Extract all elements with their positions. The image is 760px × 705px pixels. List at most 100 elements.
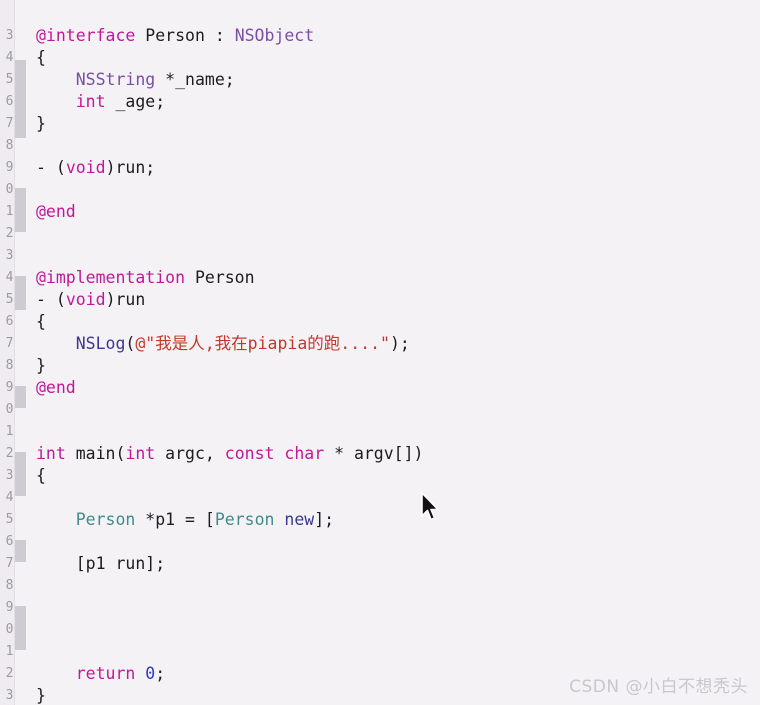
code-line[interactable] [36,597,760,619]
line-number: 9 [5,160,14,175]
line-number: 1 [5,644,14,659]
code-line[interactable]: @interface Person : NSObject [36,25,760,47]
code-line[interactable]: { [36,47,760,69]
code-token: Person [185,268,255,287]
line-number: 7 [5,556,14,571]
line-number: 4 [5,270,14,285]
code-token: ( [125,334,136,353]
code-token: @end [36,378,76,397]
code-line[interactable]: NSString *_name; [36,69,760,91]
code-line[interactable]: } [36,355,760,377]
code-token: } [36,114,46,133]
line-number: 4 [5,50,14,65]
code-line[interactable] [36,641,760,663]
code-token: int [125,444,156,463]
line-number: 0 [5,182,14,197]
code-line[interactable] [36,487,760,509]
code-token: ]; [314,510,335,529]
line-number: 3 [5,688,14,703]
code-line[interactable]: } [36,113,760,135]
code-token: )run; [105,158,156,177]
code-token: ; [155,664,166,683]
code-line[interactable] [36,421,760,443]
code-token: @interface [36,26,136,45]
code-line[interactable] [36,223,760,245]
code-line[interactable]: { [36,311,760,333]
code-token: ); [389,334,410,353]
code-fold-ribbon[interactable] [14,0,26,705]
code-token: main( [65,444,126,463]
line-number: 9 [5,600,14,615]
code-line[interactable]: { [36,465,760,487]
line-number: 8 [5,578,14,593]
code-token: } [36,356,46,375]
code-line[interactable] [36,575,760,597]
line-number: 7 [5,116,14,131]
code-line[interactable]: NSLog(@"我是人,我在piapia的跑...."); [36,333,760,355]
line-number: 3 [5,28,14,43]
code-content-area[interactable]: @interface Person : NSObject{ NSString *… [26,0,760,705]
line-number: 0 [5,622,14,637]
code-line[interactable] [36,245,760,267]
fold-segment[interactable] [15,60,26,138]
line-number-gutter: 3456789012345678901234567890123456789012… [0,0,14,705]
code-line[interactable]: @end [36,201,760,223]
code-token: Person : [135,26,235,45]
line-number: 2 [5,446,14,461]
code-token: _age; [105,92,166,111]
fold-segment[interactable] [15,540,26,562]
code-token: *_name; [155,70,235,89]
line-number: 5 [5,512,14,527]
code-token: NSObject [234,26,315,45]
code-line[interactable] [36,179,760,201]
code-line[interactable]: - (void)run; [36,157,760,179]
fold-segment[interactable] [15,606,26,650]
code-line[interactable] [36,135,760,157]
fold-segment[interactable] [15,452,26,496]
code-token: char [284,444,325,463]
line-number: 5 [5,292,14,307]
code-line[interactable]: int _age; [36,91,760,113]
code-token: @"我是人,我在piapia的跑...." [135,334,390,353]
code-token: - ( [36,290,66,309]
code-token: *p1 = [ [135,510,215,529]
csdn-watermark: CSDN @小白不想秃头 [569,677,748,697]
code-token: void [65,158,106,177]
code-token: } [36,686,46,705]
line-number: 1 [5,424,14,439]
code-line[interactable]: [p1 run]; [36,553,760,575]
code-token: [p1 run]; [36,554,166,573]
code-token: NSString [75,70,156,89]
line-number: 0 [5,402,14,417]
line-number: 5 [5,72,14,87]
line-number: 8 [5,358,14,373]
code-token: * argv[]) [324,444,424,463]
code-token: void [65,290,106,309]
line-number: 6 [5,534,14,549]
line-number: 2 [5,226,14,241]
code-line[interactable]: @end [36,377,760,399]
code-editor: 3456789012345678901234567890123456789012… [0,0,760,705]
line-number: 6 [5,314,14,329]
code-line[interactable] [36,399,760,421]
line-number: 4 [5,490,14,505]
code-token: int [36,444,66,463]
fold-segment[interactable] [15,386,26,408]
code-token: Person [214,510,275,529]
code-token: return [75,664,136,683]
code-line[interactable]: - (void)run [36,289,760,311]
code-line[interactable]: int main(int argc, const char * argv[]) [36,443,760,465]
code-line[interactable]: @implementation Person [36,267,760,289]
line-number: 6 [5,94,14,109]
code-line[interactable] [36,619,760,641]
code-line[interactable] [36,531,760,553]
code-line[interactable]: Person *p1 = [Person new]; [36,509,760,531]
fold-segment[interactable] [15,276,26,310]
fold-segment[interactable] [15,188,26,232]
